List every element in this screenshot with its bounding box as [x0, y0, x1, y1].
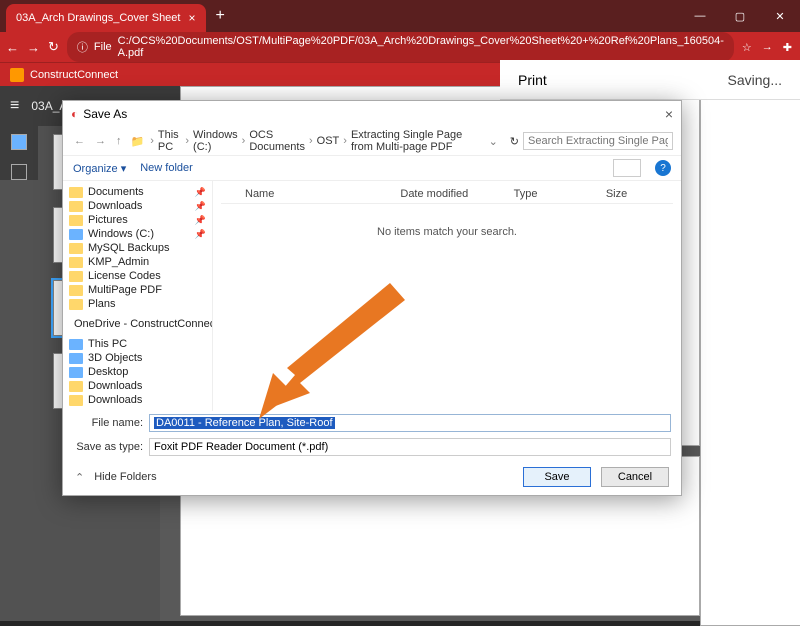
url-scheme: File: [94, 41, 112, 53]
bookmark-favicon: [10, 68, 24, 82]
hide-folders-toggle[interactable]: Hide Folders: [94, 471, 156, 483]
col-date[interactable]: Date modified: [396, 185, 509, 203]
refresh-icon[interactable]: ↻: [510, 135, 519, 148]
print-status: Saving...: [728, 72, 782, 88]
dialog-close-button[interactable]: ×: [665, 106, 673, 122]
tree-node[interactable]: OneDrive - ConstructConnect: [63, 317, 212, 331]
url-text: C:/OCS%20Documents/OST/MultiPage%20PDF/0…: [118, 35, 724, 59]
organize-menu[interactable]: Organize ▾: [73, 162, 126, 175]
tree-node[interactable]: This PC: [63, 337, 212, 351]
browser-tab[interactable]: 03A_Arch Drawings_Cover Sheet ×: [6, 4, 206, 32]
empty-message: No items match your search.: [221, 204, 673, 260]
extensions-icon[interactable]: ✚: [783, 41, 792, 54]
new-folder-button[interactable]: New folder: [140, 162, 193, 174]
tree-node[interactable]: Windows (C:)📌: [63, 227, 212, 241]
nav-forward-button[interactable]: →: [27, 40, 40, 55]
breadcrumb-segment[interactable]: This PC: [158, 129, 182, 153]
window-minimize-button[interactable]: —: [680, 0, 720, 32]
breadcrumb-segment[interactable]: Windows (C:): [193, 129, 238, 153]
share-icon[interactable]: →: [762, 41, 773, 53]
tree-node[interactable]: Downloads: [63, 393, 212, 407]
tab-title: 03A_Arch Drawings_Cover Sheet: [16, 12, 180, 24]
tree-node[interactable]: Downloads: [63, 379, 212, 393]
outline-tab-icon[interactable]: [11, 164, 27, 180]
file-name-label: File name:: [73, 417, 143, 429]
tree-node[interactable]: Plans: [63, 297, 212, 311]
new-tab-button[interactable]: +: [206, 7, 235, 25]
window-maximize-button[interactable]: ▢: [720, 0, 760, 32]
nav-back-button[interactable]: ←: [6, 40, 19, 55]
breadcrumb[interactable]: 📁›This PC›Windows (C:)›OCS Documents›OST…: [129, 129, 481, 153]
col-name[interactable]: Name: [241, 185, 396, 203]
pdf-menu-icon[interactable]: ≡: [10, 97, 19, 115]
tree-node[interactable]: MySQL Backups: [63, 241, 212, 255]
nav-reload-button[interactable]: ↻: [48, 39, 59, 55]
search-input[interactable]: [523, 132, 673, 150]
breadcrumb-segment[interactable]: Extracting Single Page from Multi-page P…: [351, 129, 481, 153]
thumbnails-tab-icon[interactable]: [11, 134, 27, 150]
tree-node[interactable]: Documents📌: [63, 185, 212, 199]
tree-node[interactable]: Desktop: [63, 365, 212, 379]
bookmark-item[interactable]: ConstructConnect: [30, 69, 118, 81]
col-type[interactable]: Type: [510, 185, 602, 203]
favorite-icon[interactable]: ☆: [742, 41, 752, 54]
nav-fwd-icon[interactable]: →: [92, 135, 109, 147]
save-as-dialog: ◐ Save As × ← → ↑ 📁›This PC›Windows (C:)…: [62, 100, 682, 496]
tree-node[interactable]: 3D Objects: [63, 351, 212, 365]
dialog-title: Save As: [83, 107, 127, 121]
print-panel-title: Print: [518, 72, 547, 88]
tree-node[interactable]: KMP_Admin: [63, 255, 212, 269]
nav-back-icon[interactable]: ←: [71, 135, 88, 147]
save-type-label: Save as type:: [73, 441, 143, 453]
folder-tree[interactable]: Documents📌Downloads📌Pictures📌Windows (C:…: [63, 181, 213, 411]
tree-node[interactable]: MultiPage PDF: [63, 283, 212, 297]
tree-node[interactable]: License Codes: [63, 269, 212, 283]
address-bar[interactable]: ⓘ File C:/OCS%20Documents/OST/MultiPage%…: [67, 32, 734, 62]
nav-up-icon[interactable]: ↑: [113, 135, 125, 147]
breadcrumb-segment[interactable]: OST: [317, 135, 340, 147]
save-button[interactable]: Save: [523, 467, 591, 487]
tree-node[interactable]: Pictures📌: [63, 213, 212, 227]
save-type-select[interactable]: Foxit PDF Reader Document (*.pdf): [149, 438, 671, 456]
cancel-button[interactable]: Cancel: [601, 467, 669, 487]
help-icon[interactable]: ?: [655, 160, 671, 176]
view-options-button[interactable]: [613, 159, 641, 177]
close-tab-icon[interactable]: ×: [188, 11, 195, 25]
window-close-button[interactable]: ✕: [760, 0, 800, 32]
breadcrumb-segment[interactable]: OCS Documents: [249, 129, 305, 153]
file-name-input[interactable]: DA0011 - Reference Plan, Site-Roof: [149, 414, 671, 432]
tree-node[interactable]: Downloads📌: [63, 199, 212, 213]
col-size[interactable]: Size: [602, 185, 673, 203]
